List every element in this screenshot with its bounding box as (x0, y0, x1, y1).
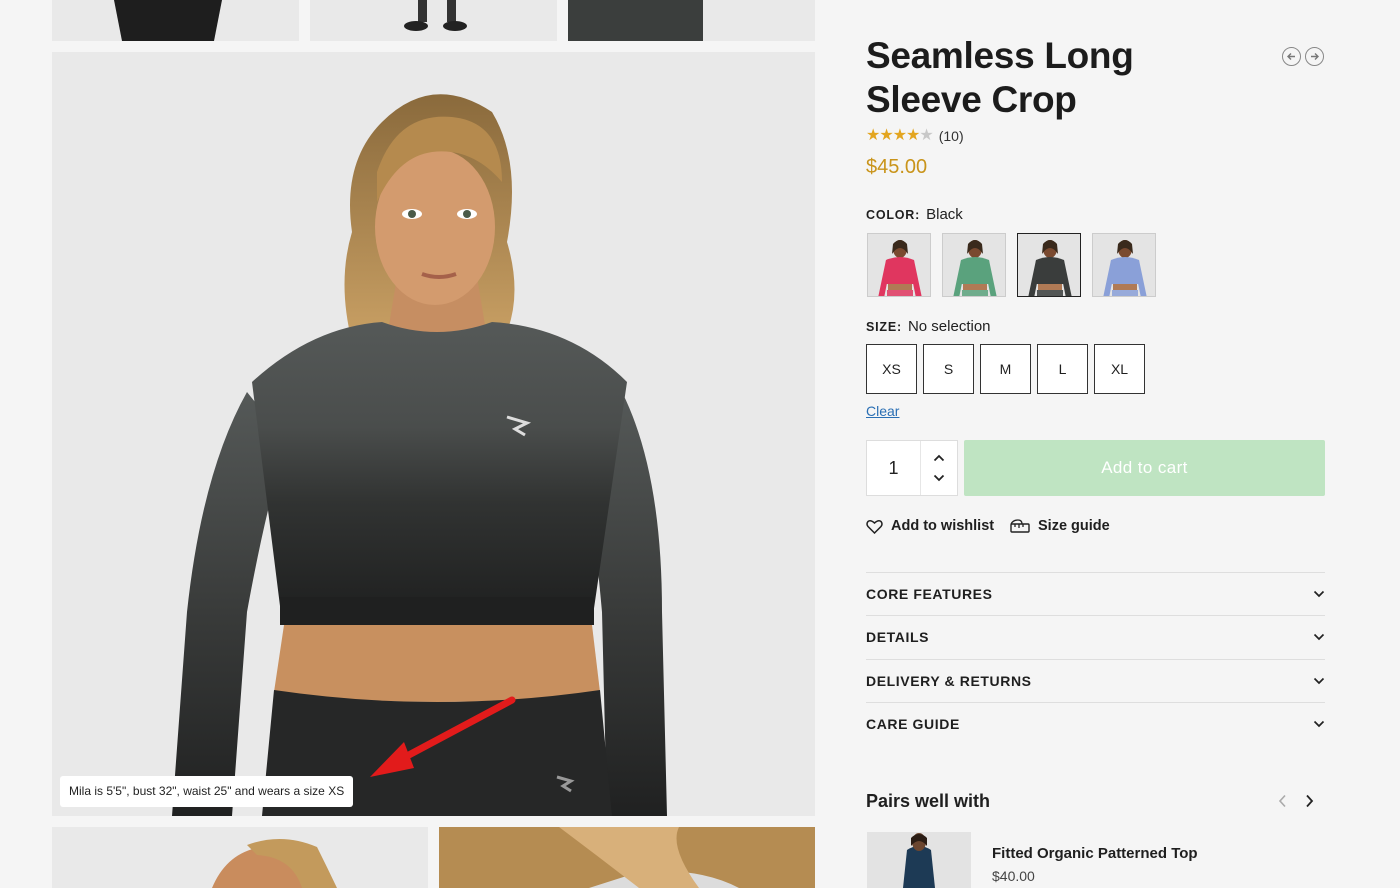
pair-item-image[interactable] (867, 832, 971, 888)
add-to-wishlist-button[interactable]: Add to wishlist (866, 518, 994, 534)
chevron-down-icon (1313, 677, 1325, 684)
model-size-caption: Mila is 5'5", bust 32", waist 25" and we… (60, 776, 354, 807)
product-info-accordion: CORE FEATURES DETAILS DELIVERY & RETURNS CA… (866, 572, 1325, 745)
thumbnail-1[interactable] (52, 0, 299, 41)
accordion-core-features[interactable]: CORE FEATURES (866, 572, 1325, 615)
size-guide-button[interactable]: Size guide (1010, 518, 1110, 534)
pair-item-price: $40.00 (992, 868, 1035, 884)
chevron-up-icon[interactable] (933, 454, 945, 462)
accordion-care-guide[interactable]: CARE GUIDE (866, 701, 1325, 745)
star-rating-icons: ★ ★ ★ ★ ★ (866, 127, 934, 144)
pair-item-name[interactable]: Fitted Organic Patterned Top (992, 845, 1198, 862)
size-option-m[interactable]: M (980, 344, 1031, 394)
next-product-button[interactable] (1305, 47, 1324, 66)
color-label-row: COLOR: Black (866, 206, 963, 223)
product-rating[interactable]: ★ ★ ★ ★ ★ (10) (866, 127, 964, 145)
color-swatch-green[interactable] (942, 233, 1006, 297)
product-price: $45.00 (866, 156, 928, 178)
size-options: XS S M L XL (866, 344, 1145, 394)
color-swatches (867, 233, 1156, 297)
thumbnail-2[interactable] (310, 0, 557, 41)
chevron-left-icon[interactable] (1278, 794, 1287, 808)
size-option-s[interactable]: S (923, 344, 974, 394)
star-icon: ★ (906, 127, 920, 144)
accordion-label: DELIVERY & RETURNS (866, 672, 1032, 689)
pairs-well-with-title: Pairs well with (866, 791, 991, 811)
color-label: COLOR: (866, 208, 921, 222)
chevron-down-icon (1313, 720, 1325, 728)
size-label: SIZE: (866, 320, 902, 334)
size-guide-label: Size guide (1038, 518, 1110, 534)
product-nav (1282, 47, 1324, 66)
clear-selection-link[interactable]: Clear (866, 403, 899, 419)
previous-product-button[interactable] (1282, 47, 1301, 66)
chevron-down-icon[interactable] (933, 474, 945, 482)
quantity-stepper: 1 (866, 440, 958, 496)
product-title: Seamless Long Sleeve Crop (866, 35, 1134, 120)
size-option-xs[interactable]: XS (866, 344, 917, 394)
main-product-image[interactable] (52, 52, 815, 816)
size-option-l[interactable]: L (1037, 344, 1088, 394)
add-to-cart-button[interactable]: Add to cart (964, 440, 1325, 496)
selected-size: No selection (907, 318, 991, 335)
ruler-icon (1010, 519, 1030, 533)
arrow-right-icon (1311, 53, 1319, 60)
chevron-down-icon (1313, 591, 1325, 598)
heart-icon (866, 519, 883, 534)
wishlist-label: Add to wishlist (891, 518, 995, 534)
arrow-left-icon (1287, 53, 1295, 60)
chevron-right-icon[interactable] (1305, 794, 1314, 808)
color-swatch-black[interactable] (1017, 233, 1081, 297)
star-icon: ★ (892, 127, 907, 144)
quantity-input[interactable]: 1 (867, 441, 921, 495)
review-count: (10) (938, 128, 964, 144)
accordion-details[interactable]: DETAILS (866, 615, 1325, 658)
pairs-carousel-nav (1278, 794, 1314, 808)
gallery-image-bottom-right[interactable] (439, 827, 815, 888)
accordion-label: CARE GUIDE (866, 716, 960, 733)
selected-color: Black (926, 206, 963, 223)
star-icon: ★ (879, 127, 893, 144)
accordion-delivery-returns[interactable]: DELIVERY & RETURNS (866, 658, 1325, 702)
size-label-row: SIZE: No selection (866, 318, 991, 335)
gallery-image-bottom-left[interactable] (52, 827, 428, 888)
color-swatch-pink[interactable] (867, 233, 931, 297)
accordion-label: DETAILS (866, 629, 930, 646)
chevron-down-icon (1313, 634, 1325, 641)
star-icon: ★ (866, 127, 880, 144)
color-swatch-blue-pink[interactable] (1092, 233, 1156, 297)
thumbnail-3[interactable] (568, 0, 815, 41)
star-icon: ★ (919, 127, 933, 144)
accordion-label: CORE FEATURES (866, 586, 993, 603)
size-option-xl[interactable]: XL (1094, 344, 1145, 394)
